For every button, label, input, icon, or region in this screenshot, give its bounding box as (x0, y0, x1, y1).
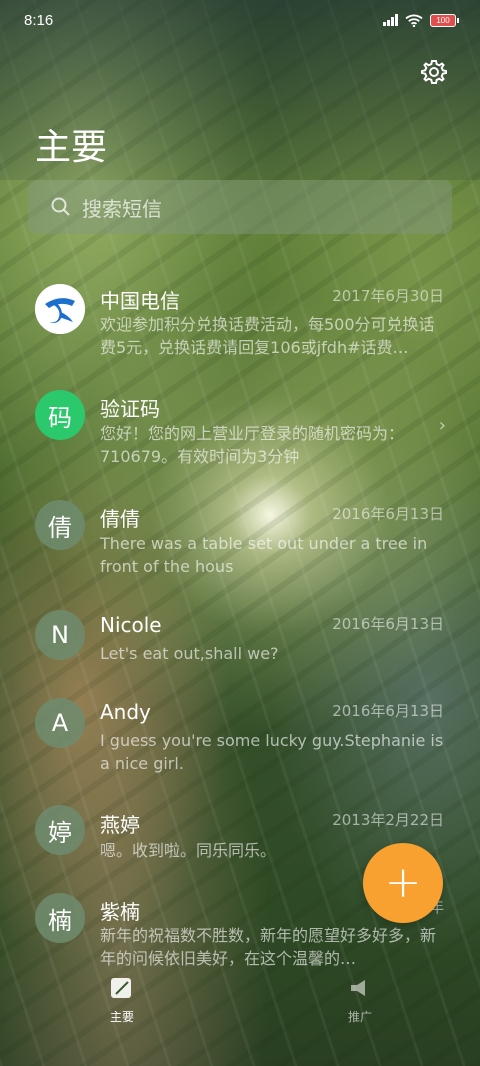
plus-icon: + (384, 857, 422, 908)
conversation-date: 2016年6月13日 (332, 702, 444, 720)
nav-item-main[interactable]: 主要 (92, 970, 152, 1025)
search-icon (51, 197, 70, 216)
settings-gear-icon[interactable] (420, 58, 448, 86)
conversation-preview: 欢迎参加积分兑换话费活动，每500分可兑换话费5元，兑换话费请回复106或jfd… (100, 315, 435, 357)
conversation-preview: Let's eat out,shall we? (100, 644, 279, 663)
compose-fab-button[interactable]: + (363, 843, 443, 923)
avatar: N (35, 610, 85, 660)
status-bar: 8:16 100 (0, 0, 480, 40)
conversation-preview: 新年的祝福数不胜数，新年的愿望好多好多，新年的问候依旧美好，在这个温馨的… (100, 926, 437, 968)
search-bar[interactable]: 搜索短信 (28, 180, 452, 234)
status-time: 8:16 (24, 11, 54, 29)
avatar: 倩 (35, 500, 85, 550)
conversation-date: 2016年6月13日 (332, 505, 444, 523)
compose-note-icon (111, 978, 131, 998)
china-telecom-logo-icon (35, 284, 85, 334)
conversation-name: 倩倩 (100, 507, 140, 531)
conversation-name: 验证码 (100, 397, 160, 421)
battery-level: 100 (436, 15, 450, 25)
wifi-icon (405, 14, 423, 27)
conversation-item[interactable]: 中国电信 2017年6月30日 欢迎参加积分兑换话费活动，每500分可兑换话费5… (0, 275, 480, 375)
avatar: A (35, 698, 85, 748)
conversation-date: 2017年6月30日 (332, 287, 444, 305)
nav-label-main: 主要 (109, 1010, 134, 1024)
avatar: 码 (35, 390, 85, 440)
status-icons: 100 (383, 13, 459, 27)
battery-icon: 100 (430, 13, 459, 27)
conversation-item[interactable]: N Nicole 2016年6月13日 Let's eat out,shall … (0, 605, 480, 685)
conversation-date: 2016年6月13日 (332, 615, 444, 633)
nav-item-promo[interactable]: 推广 (330, 970, 390, 1025)
conversation-date: 2013年2月22日 (332, 811, 444, 829)
conversation-name: Nicole (100, 613, 162, 637)
conversation-preview: 您好！您的网上营业厅登录的随机密码为：710679。有效时间为3分钟 (100, 424, 405, 466)
conversation-name: Andy (100, 700, 151, 724)
bottom-nav: 主要 推广 (0, 970, 480, 1030)
page-title: 主要 (35, 127, 108, 168)
signal-icon (383, 14, 398, 26)
conversation-preview: I guess you're some lucky guy.Stephanie … (100, 731, 444, 773)
conversation-name: 中国电信 (100, 289, 180, 313)
conversation-item[interactable]: A Andy 2016年6月13日 I guess you're some lu… (0, 695, 480, 795)
conversation-item[interactable]: 码 验证码 › 您好！您的网上营业厅登录的随机密码为：710679。有效时间为3… (0, 385, 480, 485)
conversation-name: 燕婷 (100, 813, 140, 837)
nav-label-promo: 推广 (347, 1010, 372, 1024)
avatar: 婷 (35, 805, 85, 855)
conversation-preview: There was a table set out under a tree i… (100, 534, 428, 576)
megaphone-icon (351, 980, 365, 996)
avatar: 楠 (35, 893, 85, 943)
conversation-name: 紫楠 (100, 900, 140, 924)
conversation-item[interactable]: 倩 倩倩 2016年6月13日 There was a table set ou… (0, 495, 480, 595)
search-placeholder: 搜索短信 (82, 196, 162, 221)
